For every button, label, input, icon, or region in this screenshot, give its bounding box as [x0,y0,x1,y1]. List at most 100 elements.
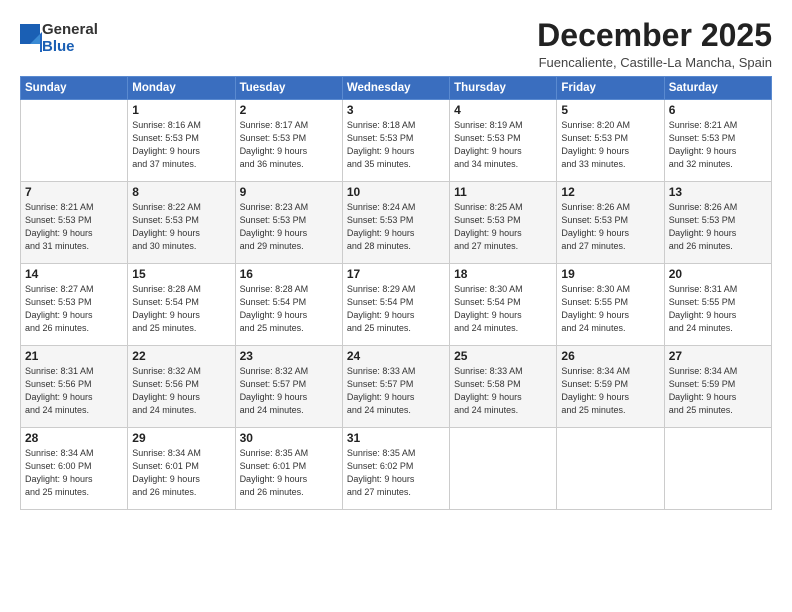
calendar-cell: 29 Sunrise: 8:34 AMSunset: 6:01 PMDayligh… [128,428,235,510]
day-number: 13 [669,185,767,199]
cell-details: Sunrise: 8:30 AMSunset: 5:55 PMDaylight:… [561,283,659,335]
calendar-cell: 15 Sunrise: 8:28 AMSunset: 5:54 PMDayligh… [128,264,235,346]
calendar-cell: 24 Sunrise: 8:33 AMSunset: 5:57 PMDayligh… [342,346,449,428]
calendar-cell: 4Sunrise: 8:19 AMSunset: 5:53 PMDaylight… [450,100,557,182]
day-number: 6 [669,103,767,117]
calendar-cell: 27Sunrise: 8:34 AMSunset: 5:59 PMDayligh… [664,346,771,428]
calendar-cell: 7 Sunrise: 8:21 AMSunset: 5:53 PMDaylight… [21,182,128,264]
cell-details: Sunrise: 8:32 AMSunset: 5:56 PMDaylight:… [132,365,230,417]
calendar-cell: 13 Sunrise: 8:26 AMSunset: 5:53 PMDayligh… [664,182,771,264]
calendar-cell: 2 Sunrise: 8:17 AMSunset: 5:53 PMDaylight… [235,100,342,182]
logo-icon [20,24,42,54]
day-number: 31 [347,431,445,445]
logo-text: General Blue [42,22,98,55]
weekday-header-sunday: Sunday [21,77,128,100]
cell-details: Sunrise: 8:28 AMSunset: 5:54 PMDaylight:… [240,283,338,335]
cell-details: Sunrise: 8:33 AMSunset: 5:58 PMDaylight:… [454,365,552,417]
weekday-header-thursday: Thursday [450,77,557,100]
day-number: 17 [347,267,445,281]
day-number: 1 [132,103,230,117]
calendar-cell: 26 Sunrise: 8:34 AMSunset: 5:59 PMDayligh… [557,346,664,428]
cell-details: Sunrise: 8:26 AMSunset: 5:53 PMDaylight:… [561,201,659,253]
cell-details: Sunrise: 8:22 AMSunset: 5:53 PMDaylight:… [132,201,230,253]
day-number: 26 [561,349,659,363]
weekday-header-row: SundayMondayTuesdayWednesdayThursdayFrid… [21,77,772,100]
header: General Blue December 2025 Fuencaliente,… [20,18,772,70]
cell-details: Sunrise: 8:34 AMSunset: 5:59 PMDaylight:… [669,365,767,417]
cell-details: Sunrise: 8:25 AMSunset: 5:53 PMDaylight:… [454,201,552,253]
logo: General Blue [20,22,98,55]
day-number: 7 [25,185,123,199]
cell-details: Sunrise: 8:32 AMSunset: 5:57 PMDaylight:… [240,365,338,417]
calendar-week-1: 7 Sunrise: 8:21 AMSunset: 5:53 PMDaylight… [21,182,772,264]
cell-details: Sunrise: 8:34 AMSunset: 5:59 PMDaylight:… [561,365,659,417]
day-number: 15 [132,267,230,281]
calendar-cell: 28Sunrise: 8:34 AMSunset: 6:00 PMDayligh… [21,428,128,510]
calendar-cell: 6 Sunrise: 8:21 AMSunset: 5:53 PMDaylight… [664,100,771,182]
cell-details: Sunrise: 8:28 AMSunset: 5:54 PMDaylight:… [132,283,230,335]
cell-details: Sunrise: 8:35 AMSunset: 6:01 PMDaylight:… [240,447,338,499]
cell-details: Sunrise: 8:35 AMSunset: 6:02 PMDaylight:… [347,447,445,499]
day-number: 10 [347,185,445,199]
day-number: 22 [132,349,230,363]
weekday-header-tuesday: Tuesday [235,77,342,100]
day-number: 4 [454,103,552,117]
day-number: 11 [454,185,552,199]
calendar-cell: 17 Sunrise: 8:29 AMSunset: 5:54 PMDayligh… [342,264,449,346]
cell-details: Sunrise: 8:29 AMSunset: 5:54 PMDaylight:… [347,283,445,335]
day-number: 23 [240,349,338,363]
calendar-cell: 20Sunrise: 8:31 AMSunset: 5:55 PMDayligh… [664,264,771,346]
weekday-header-friday: Friday [557,77,664,100]
logo-blue: Blue [42,39,98,56]
calendar-cell: 3 Sunrise: 8:18 AMSunset: 5:53 PMDaylight… [342,100,449,182]
day-number: 8 [132,185,230,199]
cell-details: Sunrise: 8:30 AMSunset: 5:54 PMDaylight:… [454,283,552,335]
calendar-cell: 14 Sunrise: 8:27 AMSunset: 5:53 PMDayligh… [21,264,128,346]
cell-details: Sunrise: 8:27 AMSunset: 5:53 PMDaylight:… [25,283,123,335]
calendar-cell: 18 Sunrise: 8:30 AMSunset: 5:54 PMDayligh… [450,264,557,346]
day-number: 9 [240,185,338,199]
calendar-cell: 8 Sunrise: 8:22 AMSunset: 5:53 PMDaylight… [128,182,235,264]
day-number: 21 [25,349,123,363]
day-number: 20 [669,267,767,281]
calendar-week-0: 1 Sunrise: 8:16 AMSunset: 5:53 PMDaylight… [21,100,772,182]
calendar-cell: 30Sunrise: 8:35 AMSunset: 6:01 PMDayligh… [235,428,342,510]
page: General Blue December 2025 Fuencaliente,… [0,0,792,612]
day-number: 3 [347,103,445,117]
cell-details: Sunrise: 8:21 AMSunset: 5:53 PMDaylight:… [25,201,123,253]
day-number: 29 [132,431,230,445]
day-number: 2 [240,103,338,117]
cell-details: Sunrise: 8:26 AMSunset: 5:53 PMDaylight:… [669,201,767,253]
logo-general: General [42,22,98,39]
calendar-cell: 16 Sunrise: 8:28 AMSunset: 5:54 PMDayligh… [235,264,342,346]
calendar-week-2: 14 Sunrise: 8:27 AMSunset: 5:53 PMDayligh… [21,264,772,346]
calendar-cell: 12Sunrise: 8:26 AMSunset: 5:53 PMDayligh… [557,182,664,264]
day-number: 18 [454,267,552,281]
weekday-header-saturday: Saturday [664,77,771,100]
calendar-cell [21,100,128,182]
calendar-cell: 19 Sunrise: 8:30 AMSunset: 5:55 PMDayligh… [557,264,664,346]
day-number: 24 [347,349,445,363]
calendar-cell: 31 Sunrise: 8:35 AMSunset: 6:02 PMDayligh… [342,428,449,510]
cell-details: Sunrise: 8:18 AMSunset: 5:53 PMDaylight:… [347,119,445,171]
calendar-cell: 22 Sunrise: 8:32 AMSunset: 5:56 PMDayligh… [128,346,235,428]
weekday-header-wednesday: Wednesday [342,77,449,100]
calendar-week-3: 21Sunrise: 8:31 AMSunset: 5:56 PMDayligh… [21,346,772,428]
cell-details: Sunrise: 8:16 AMSunset: 5:53 PMDaylight:… [132,119,230,171]
calendar-cell: 1 Sunrise: 8:16 AMSunset: 5:53 PMDaylight… [128,100,235,182]
day-number: 14 [25,267,123,281]
cell-details: Sunrise: 8:20 AMSunset: 5:53 PMDaylight:… [561,119,659,171]
cell-details: Sunrise: 8:24 AMSunset: 5:53 PMDaylight:… [347,201,445,253]
calendar-cell: 25Sunrise: 8:33 AMSunset: 5:58 PMDayligh… [450,346,557,428]
calendar-cell [450,428,557,510]
cell-details: Sunrise: 8:21 AMSunset: 5:53 PMDaylight:… [669,119,767,171]
cell-details: Sunrise: 8:34 AMSunset: 6:01 PMDaylight:… [132,447,230,499]
calendar-cell: 10 Sunrise: 8:24 AMSunset: 5:53 PMDayligh… [342,182,449,264]
calendar-cell [557,428,664,510]
cell-details: Sunrise: 8:17 AMSunset: 5:53 PMDaylight:… [240,119,338,171]
calendar-cell: 23 Sunrise: 8:32 AMSunset: 5:57 PMDayligh… [235,346,342,428]
cell-details: Sunrise: 8:33 AMSunset: 5:57 PMDaylight:… [347,365,445,417]
day-number: 16 [240,267,338,281]
calendar-cell [664,428,771,510]
day-number: 19 [561,267,659,281]
